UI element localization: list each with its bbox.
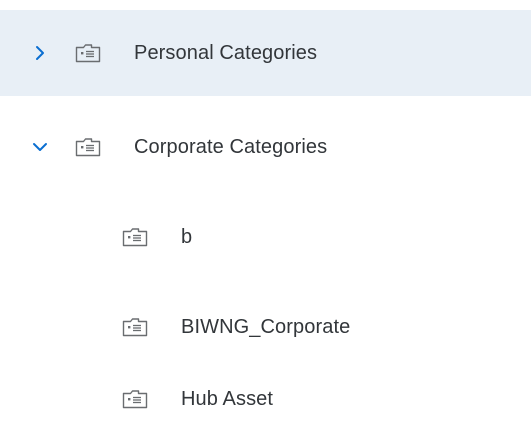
tree-item-personal-categories[interactable]: Personal Categories — [0, 10, 531, 96]
tree-item-label: Corporate Categories — [134, 135, 328, 158]
chevron-right-icon[interactable] — [28, 41, 52, 65]
tree-item-b[interactable]: b — [0, 194, 531, 280]
chevron-down-icon[interactable] — [28, 135, 52, 159]
category-folder-icon — [120, 226, 150, 248]
tree-item-label: BIWNG_Corporate — [181, 315, 351, 338]
tree-item-hub-asset[interactable]: Hub Asset — [0, 370, 531, 428]
tree-item-biwng-corporate[interactable]: BIWNG_Corporate — [0, 284, 531, 370]
category-folder-icon — [120, 388, 150, 410]
tree-item-label: b — [181, 225, 193, 248]
tree-item-corporate-categories[interactable]: Corporate Categories — [0, 104, 531, 190]
category-folder-icon — [73, 42, 103, 64]
category-folder-icon — [120, 316, 150, 338]
category-folder-icon — [73, 136, 103, 158]
tree-item-label: Hub Asset — [181, 387, 274, 410]
tree-item-label: Personal Categories — [134, 41, 318, 64]
category-tree: Personal Categories Corporate Categories — [0, 0, 531, 428]
